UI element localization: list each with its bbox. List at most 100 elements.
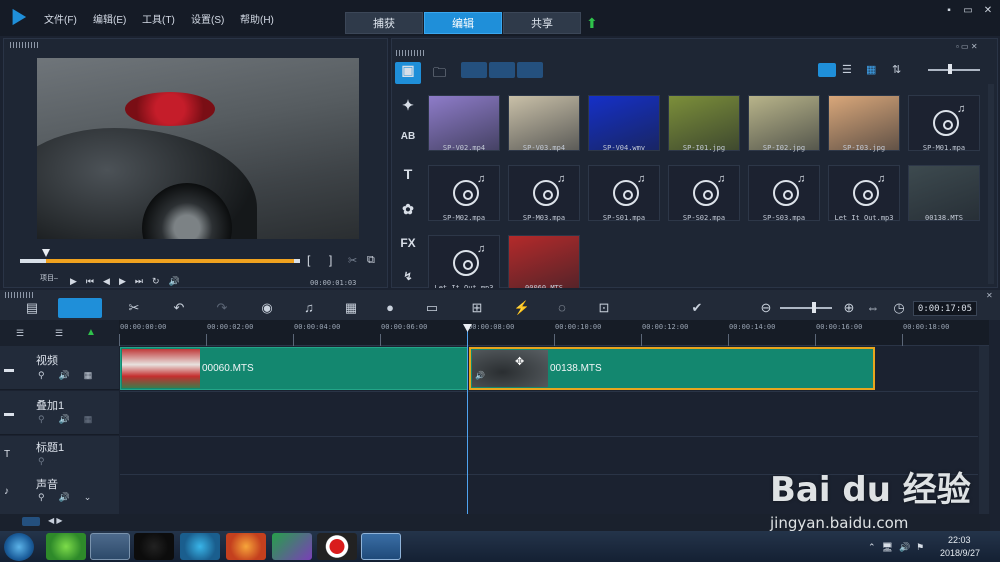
menu-file[interactable]: 文件(F) bbox=[44, 11, 77, 26]
library-thumbnail[interactable] bbox=[588, 95, 660, 151]
redo-icon[interactable]: ↷ bbox=[211, 300, 233, 316]
taskbar-app-firefox[interactable] bbox=[226, 533, 266, 560]
view-list-icon[interactable]: ☰ bbox=[842, 63, 860, 77]
library-thumbnail[interactable] bbox=[428, 95, 500, 151]
sound-mixer-icon[interactable]: ♫ bbox=[298, 300, 320, 315]
library-thumbnail[interactable] bbox=[668, 95, 740, 151]
taskbar-app-video[interactable] bbox=[180, 533, 220, 560]
graphics-icon[interactable]: ✿ bbox=[395, 201, 421, 223]
library-thumbnail[interactable] bbox=[508, 235, 580, 288]
auto-music-icon[interactable]: ▦ bbox=[340, 300, 362, 316]
mark-out-icon[interactable]: ] bbox=[329, 253, 332, 267]
library-thumbnail[interactable] bbox=[508, 95, 580, 151]
library-thumbnail[interactable] bbox=[748, 95, 820, 151]
library-thumbnail[interactable]: ♫ bbox=[588, 165, 660, 221]
timeline-close-icon[interactable]: ✕ bbox=[986, 291, 993, 300]
multicam-icon[interactable]: ⊞ bbox=[466, 300, 488, 316]
upload-arrow-icon[interactable]: ⬆ bbox=[586, 15, 598, 32]
enlarge-icon[interactable]: ⧉ bbox=[367, 254, 375, 267]
transition-icon[interactable]: AB bbox=[395, 131, 421, 153]
audio-track-controls[interactable]: ⚲🔊⌄ bbox=[38, 492, 105, 503]
record-capture-icon[interactable]: ◉ bbox=[256, 300, 278, 316]
tray-icons[interactable]: ⌃🖥🔊⚑ bbox=[868, 542, 930, 553]
filter-fx-icon[interactable]: FX bbox=[395, 236, 421, 258]
track-manager-icon[interactable]: ✔ bbox=[686, 300, 708, 316]
chapter-icon[interactable]: ☰ bbox=[55, 328, 63, 339]
library-thumbnail[interactable]: ♫ bbox=[668, 165, 740, 221]
timeline-clip-00138[interactable]: 🔊 00138.MTS ✥ bbox=[469, 347, 875, 390]
taskbar-app-videostudio[interactable] bbox=[361, 533, 401, 560]
add-folder-icon[interactable]: 🗀 bbox=[433, 64, 446, 86]
instant-project-icon[interactable]: ✦ bbox=[395, 97, 421, 119]
title-track-link-icon[interactable]: ⚲ bbox=[38, 456, 45, 467]
media-library-icon[interactable]: ▣ bbox=[395, 62, 421, 84]
add-marker-icon[interactable]: ▲ bbox=[86, 327, 96, 338]
timeline-ruler[interactable]: 00:00:00:00 00:00:02:00 00:00:04:00 00:00:0… bbox=[119, 320, 989, 346]
timeline-grip[interactable] bbox=[5, 292, 35, 298]
tab-share[interactable]: 共享 bbox=[503, 12, 581, 34]
menu-tools[interactable]: 工具(T) bbox=[142, 11, 175, 26]
zoom-handle[interactable] bbox=[812, 302, 816, 313]
library-window-controls[interactable]: ▫ ▭ ✕ bbox=[956, 42, 994, 51]
filter-video-button[interactable] bbox=[461, 62, 487, 78]
library-grip[interactable] bbox=[396, 50, 426, 56]
menu-edit[interactable]: 编辑(E) bbox=[93, 11, 126, 26]
title-icon[interactable]: T bbox=[395, 166, 421, 188]
timeline-clip-00060[interactable]: 00060.MTS bbox=[120, 347, 468, 390]
timeline-scroll-button[interactable] bbox=[22, 517, 40, 526]
minimize-button[interactable]: ▪ bbox=[942, 5, 956, 17]
path-tracking-icon[interactable]: ◌ bbox=[551, 300, 573, 315]
blend-icon[interactable]: ● bbox=[379, 300, 401, 315]
close-button[interactable]: ✕ bbox=[981, 5, 995, 17]
view-thumbnail-button[interactable] bbox=[818, 63, 836, 77]
library-scrollbar[interactable] bbox=[988, 84, 994, 284]
taskbar-app-explorer[interactable] bbox=[90, 533, 130, 560]
zoom-slider[interactable] bbox=[780, 307, 832, 309]
smart-package-icon[interactable]: ⊡ bbox=[593, 300, 615, 316]
tab-capture[interactable]: 捕获 bbox=[345, 12, 423, 34]
thumb-size-handle[interactable] bbox=[948, 64, 952, 74]
video-track-controls[interactable]: ⚲🔊▦ bbox=[38, 370, 106, 381]
zoom-in-icon[interactable]: ⊕ bbox=[838, 300, 860, 316]
restore-button[interactable]: ▭ bbox=[961, 5, 975, 17]
start-button[interactable] bbox=[4, 533, 34, 561]
mark-in-icon[interactable]: [ bbox=[307, 253, 310, 267]
panel-grip[interactable] bbox=[10, 42, 40, 48]
timeline-view-button[interactable] bbox=[58, 298, 102, 318]
scissors-icon[interactable]: ✂ bbox=[348, 254, 357, 267]
timeline-vscrollbar[interactable] bbox=[979, 346, 989, 514]
library-thumbnail[interactable]: ♫ bbox=[428, 165, 500, 221]
undo-icon[interactable]: ↶ bbox=[168, 300, 190, 316]
library-thumbnail[interactable]: ♫ bbox=[908, 95, 980, 151]
preview-timecode[interactable]: 00:00:01:03 bbox=[310, 279, 356, 287]
menu-settings[interactable]: 设置(S) bbox=[191, 11, 224, 26]
view-grid-icon[interactable]: ▦ bbox=[866, 63, 884, 77]
tab-edit[interactable]: 编辑 bbox=[424, 12, 502, 34]
thumb-size-slider[interactable] bbox=[928, 69, 980, 71]
library-thumbnail[interactable]: ♫ bbox=[748, 165, 820, 221]
filter-image-button[interactable] bbox=[489, 62, 515, 78]
playhead-line[interactable] bbox=[467, 330, 468, 514]
timeline-timecode[interactable]: 0:00:17:05 bbox=[913, 301, 977, 316]
fit-project-icon[interactable]: ⇔ bbox=[862, 300, 884, 315]
tools-icon[interactable]: ✂ bbox=[123, 300, 145, 316]
path-icon[interactable]: ↯ bbox=[395, 270, 421, 292]
taskbar-app-recorder[interactable] bbox=[317, 533, 357, 560]
menu-help[interactable]: 帮助(H) bbox=[240, 11, 274, 26]
scroll-arrows-icon[interactable]: ◀ ▶ bbox=[48, 516, 63, 525]
motion-icon[interactable]: ⚡ bbox=[511, 300, 533, 316]
library-thumbnail[interactable] bbox=[828, 95, 900, 151]
track-manager-small-icon[interactable]: ☰ bbox=[16, 328, 24, 339]
playback-controls[interactable]: ▶⏮◀▶⏭↻🔊 bbox=[70, 276, 320, 288]
library-thumbnail[interactable]: ♫ bbox=[428, 235, 500, 288]
taskbar-app-green[interactable] bbox=[46, 533, 86, 560]
library-thumbnail[interactable] bbox=[908, 165, 980, 221]
subtitle-icon[interactable]: ▭ bbox=[421, 300, 443, 316]
overlay-track-controls[interactable]: ⚲🔊▦ bbox=[38, 414, 106, 425]
library-thumbnail[interactable]: ♫ bbox=[508, 165, 580, 221]
taskbar-app-qq[interactable] bbox=[134, 533, 174, 560]
filter-audio-button[interactable] bbox=[517, 62, 543, 78]
zoom-out-icon[interactable]: ⊖ bbox=[755, 300, 777, 316]
taskbar-app-editor[interactable] bbox=[272, 533, 312, 560]
storyboard-view-icon[interactable]: ▤ bbox=[21, 300, 43, 316]
